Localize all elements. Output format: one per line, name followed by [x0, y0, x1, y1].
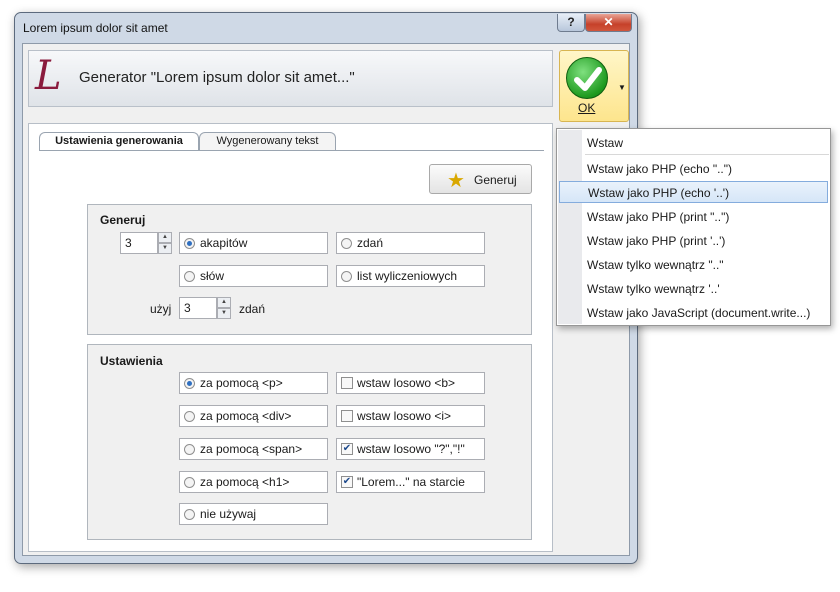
checkmark-icon — [566, 57, 608, 99]
check-b[interactable]: wstaw losowo <b> — [336, 372, 485, 394]
option-span[interactable]: za pomocą <span> — [179, 438, 328, 460]
option-h1[interactable]: za pomocą <h1> — [179, 471, 328, 493]
insert-menu: Wstaw Wstaw jako PHP (echo "..") Wstaw j… — [556, 128, 831, 326]
radio-akapitow[interactable] — [184, 238, 195, 249]
sentences-input[interactable]: 3 — [179, 297, 217, 319]
check-label: "Lorem..." na starcie — [357, 475, 465, 489]
sentences-stepper[interactable]: 3 ▲ ▼ — [179, 297, 231, 319]
option-nie-uzywaj[interactable]: nie używaj — [179, 503, 328, 525]
generuj-group-title: Generuj — [100, 213, 146, 227]
check-punct[interactable]: ✔ wstaw losowo "?","!" — [336, 438, 485, 460]
menu-item-php-echo-single[interactable]: Wstaw jako PHP (echo '..') — [559, 181, 828, 203]
menu-item-php-print-single[interactable]: Wstaw jako PHP (print '..') — [583, 230, 829, 252]
use-unit-label: zdań — [239, 302, 266, 316]
generate-button[interactable]: ★ Generuj — [429, 164, 532, 194]
use-label: użyj — [150, 302, 172, 316]
tab-divider — [39, 150, 544, 151]
option-zdan[interactable]: zdań — [336, 232, 485, 254]
magic-wand-icon: ★ — [447, 170, 465, 192]
radio-span[interactable] — [184, 444, 195, 455]
option-p[interactable]: za pomocą <p> — [179, 372, 328, 394]
option-label: akapitów — [200, 236, 248, 250]
option-label: za pomocą <h1> — [200, 475, 290, 489]
help-button[interactable]: ? — [557, 14, 585, 32]
option-akapitow[interactable]: akapitów — [179, 232, 328, 254]
checkbox-b[interactable] — [341, 377, 353, 389]
spin-down-icon[interactable]: ▼ — [158, 243, 172, 254]
dropdown-arrow-icon[interactable]: ▼ — [618, 83, 626, 92]
ustawienia-group-title: Ustawienia — [100, 354, 163, 368]
menu-item-php-print-double[interactable]: Wstaw jako PHP (print "..") — [583, 206, 829, 228]
option-list-wyliczeniowych[interactable]: list wyliczeniowych — [336, 265, 485, 287]
radio-slow[interactable] — [184, 271, 195, 282]
check-label: wstaw losowo <b> — [357, 376, 456, 390]
radio-nie-uzywaj[interactable] — [184, 509, 195, 520]
tab-wygenerowany-tekst[interactable]: Wygenerowany tekst — [199, 132, 336, 150]
option-label: za pomocą <span> — [200, 442, 303, 456]
menu-item-wstaw[interactable]: Wstaw — [583, 132, 829, 154]
header-banner: L Generator "Lorem ipsum dolor sit amet.… — [28, 50, 553, 107]
check-i[interactable]: wstaw losowo <i> — [336, 405, 485, 427]
option-label: za pomocą <div> — [200, 409, 292, 423]
menu-item-javascript[interactable]: Wstaw jako JavaScript (document.write...… — [583, 302, 829, 324]
option-label: nie używaj — [200, 507, 257, 521]
ok-button[interactable]: OK ▼ — [559, 50, 629, 122]
check-label: wstaw losowo "?","!" — [357, 442, 465, 456]
option-div[interactable]: za pomocą <div> — [179, 405, 328, 427]
logo-icon: L — [35, 53, 62, 99]
spin-up-icon[interactable]: ▲ — [158, 232, 172, 243]
title-bar: Lorem ipsum dolor sit amet ? ✕ — [15, 13, 637, 43]
option-label: list wyliczeniowych — [357, 269, 458, 283]
checkbox-i[interactable] — [341, 410, 353, 422]
ok-label: OK — [578, 101, 596, 115]
radio-div[interactable] — [184, 411, 195, 422]
close-button[interactable]: ✕ — [585, 14, 632, 32]
option-label: za pomocą <p> — [200, 376, 283, 390]
radio-list[interactable] — [341, 271, 352, 282]
tab-panel: Ustawienia generowania Wygenerowany teks… — [28, 123, 553, 552]
option-label: zdań — [357, 236, 384, 250]
radio-zdan[interactable] — [341, 238, 352, 249]
spin-up-icon[interactable]: ▲ — [217, 297, 231, 308]
checkbox-lorem-start[interactable]: ✔ — [341, 476, 353, 488]
radio-h1[interactable] — [184, 477, 195, 488]
menu-item-php-echo-double[interactable]: Wstaw jako PHP (echo "..") — [583, 158, 829, 180]
menu-item-inside-single[interactable]: Wstaw tylko wewnątrz '..' — [583, 278, 829, 300]
dialog-window: Lorem ipsum dolor sit amet ? ✕ L Generat… — [14, 12, 638, 564]
dialog-client: L Generator "Lorem ipsum dolor sit amet.… — [22, 43, 630, 556]
header-title: Generator "Lorem ipsum dolor sit amet...… — [79, 69, 355, 86]
option-label: słów — [200, 269, 225, 283]
check-label: wstaw losowo <i> — [357, 409, 452, 423]
radio-p[interactable] — [184, 378, 195, 389]
checkbox-punct[interactable]: ✔ — [341, 443, 353, 455]
spin-down-icon[interactable]: ▼ — [217, 308, 231, 319]
count-stepper[interactable]: 3 ▲ ▼ — [120, 232, 172, 254]
generate-label: Generuj — [474, 173, 517, 187]
option-slow[interactable]: słów — [179, 265, 328, 287]
menu-item-inside-double[interactable]: Wstaw tylko wewnątrz ".." — [583, 254, 829, 276]
menu-icon-strip — [558, 130, 582, 324]
count-input[interactable]: 3 — [120, 232, 158, 254]
menu-separator — [585, 154, 829, 155]
generuj-group: Generuj 3 ▲ ▼ akapitów zdań słów list wy… — [87, 204, 532, 335]
window-title: Lorem ipsum dolor sit amet — [23, 21, 168, 35]
ustawienia-group: Ustawienia za pomocą <p> za pomocą <div>… — [87, 344, 532, 540]
tab-ustawienia-generowania[interactable]: Ustawienia generowania — [39, 132, 199, 151]
check-lorem-start[interactable]: ✔ "Lorem..." na starcie — [336, 471, 485, 493]
